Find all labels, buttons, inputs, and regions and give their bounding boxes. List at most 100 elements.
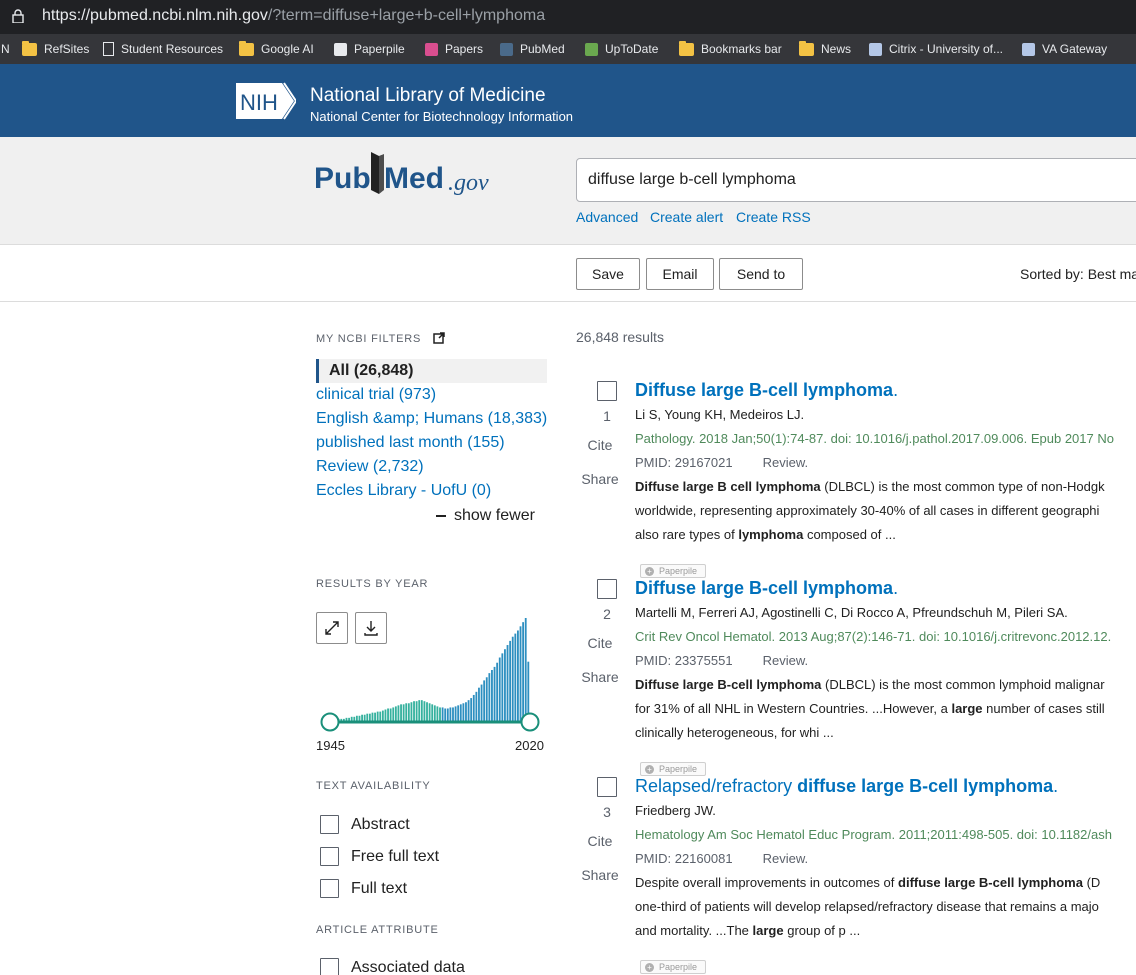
- bookmark-google-ai[interactable]: Google AI: [239, 40, 314, 58]
- article-title-link[interactable]: Diffuse large B-cell lymphoma.: [635, 380, 898, 401]
- year-bar: [444, 708, 447, 722]
- bookmark-citrix-university-of[interactable]: Citrix - University of...: [869, 40, 1003, 58]
- bookmark-student-resources[interactable]: Student Resources: [103, 40, 223, 58]
- bookmark-va-gateway[interactable]: VA Gateway: [1022, 40, 1107, 58]
- checkbox[interactable]: [320, 847, 339, 866]
- snippet-highlight: large: [752, 923, 784, 938]
- show-fewer-button[interactable]: show fewer: [436, 507, 535, 525]
- year-bar: [514, 633, 517, 722]
- year-start-handle[interactable]: [320, 712, 340, 732]
- send-to-button[interactable]: Send to: [719, 258, 803, 290]
- external-link-icon[interactable]: [433, 332, 445, 344]
- paperpile-icon: [334, 42, 347, 56]
- filter-all[interactable]: All (26,848): [316, 359, 547, 383]
- share-button[interactable]: Share: [576, 471, 624, 487]
- bookmark-papers[interactable]: Papers: [425, 40, 483, 58]
- share-button[interactable]: Share: [576, 669, 624, 685]
- snippet-line: Diffuse large B cell lymphoma (DLBCL) is…: [635, 475, 1136, 499]
- search-input[interactable]: [576, 158, 1136, 202]
- snippet-text: and mortality. ...The: [635, 923, 753, 938]
- year-bar: [491, 670, 493, 722]
- article-pmid-row: PMID: 23375551 Review.: [635, 653, 808, 668]
- article-citation: Pathology. 2018 Jan;50(1):74-87. doi: 10…: [635, 431, 1114, 446]
- my-ncbi-filters-label: MY NCBI FILTERS: [316, 333, 422, 345]
- paperpile-button[interactable]: + Paperpile: [640, 762, 707, 776]
- year-bar: [517, 630, 519, 722]
- filter-free-full-text[interactable]: Free full text: [320, 847, 439, 866]
- create-rss-link[interactable]: Create RSS: [736, 209, 811, 225]
- filter-associated-data[interactable]: Associated data: [320, 958, 465, 975]
- article-checkbox[interactable]: [597, 777, 617, 797]
- pubmed-logo[interactable]: Pub Med .gov: [314, 150, 504, 208]
- bookmark-n[interactable]: N: [0, 40, 10, 58]
- bookmark-paperpile[interactable]: Paperpile: [334, 40, 405, 58]
- year-bar: [524, 618, 527, 722]
- year-end-handle[interactable]: [520, 712, 540, 732]
- checkbox[interactable]: [320, 815, 339, 834]
- paperpile-button[interactable]: + Paperpile: [640, 564, 707, 578]
- cite-button[interactable]: Cite: [576, 833, 624, 849]
- snippet-line: worldwide, representing approximately 30…: [635, 499, 1136, 523]
- bookmark-bookmarks-bar[interactable]: Bookmarks bar: [679, 40, 782, 58]
- year-bar: [418, 700, 421, 722]
- bookmark-refsites[interactable]: RefSites: [22, 40, 89, 58]
- sort-selector[interactable]: Sorted by: Best ma: [1020, 266, 1136, 282]
- filter-item[interactable]: Eccles Library - UofU (0): [316, 482, 491, 500]
- address-url[interactable]: https://pubmed.ncbi.nlm.nih.gov/?term=di…: [42, 7, 545, 25]
- pubmed-logo-med: Med: [384, 162, 444, 195]
- create-alert-link[interactable]: Create alert: [650, 209, 723, 225]
- filter-full-text[interactable]: Full text: [320, 879, 407, 898]
- article-title-link[interactable]: Relapsed/refractory diffuse large B-cell…: [635, 776, 1058, 797]
- article-authors: Friedberg JW.: [635, 803, 716, 818]
- year-bar: [522, 622, 525, 722]
- checkbox[interactable]: [320, 879, 339, 898]
- email-button[interactable]: Email: [646, 258, 714, 290]
- year-end-label: 2020: [515, 738, 544, 753]
- article-pmid-row: PMID: 22160081 Review.: [635, 851, 808, 866]
- bookmark-label: RefSites: [44, 42, 90, 56]
- article-authors: Martelli M, Ferreri AJ, Agostinelli C, D…: [635, 605, 1068, 620]
- folder-icon: [239, 40, 254, 56]
- cite-button[interactable]: Cite: [576, 437, 624, 453]
- filter-item[interactable]: published last month (155): [316, 434, 505, 452]
- snippet-text: one-third of patients will develop relap…: [635, 899, 1099, 914]
- year-bar: [504, 649, 506, 722]
- year-bar: [519, 626, 522, 722]
- bookmark-news[interactable]: News: [799, 40, 851, 58]
- filter-abstract[interactable]: Abstract: [320, 815, 410, 834]
- show-fewer-label: show fewer: [454, 507, 535, 524]
- bookmark-uptodate[interactable]: UpToDate: [585, 40, 658, 58]
- bookmark-label: N: [1, 42, 10, 56]
- article-pmid: PMID: 29167021: [635, 455, 733, 470]
- article-checkbox[interactable]: [597, 381, 617, 401]
- filter-item[interactable]: English &amp; Humans (18,383): [316, 410, 547, 428]
- nlm-title[interactable]: National Library of Medicine: [310, 85, 546, 107]
- bookmark-pubmed[interactable]: PubMed: [500, 40, 565, 58]
- year-bar: [506, 645, 509, 722]
- cite-button[interactable]: Cite: [576, 635, 624, 651]
- ncbi-subtitle[interactable]: National Center for Biotechnology Inform…: [310, 109, 573, 124]
- snippet-text: Despite overall improvements in outcomes…: [635, 875, 899, 890]
- share-button[interactable]: Share: [576, 867, 624, 883]
- year-bar: [509, 640, 512, 722]
- article-checkbox[interactable]: [597, 579, 617, 599]
- year-bar: [428, 703, 431, 722]
- year-bar: [405, 703, 408, 722]
- browser-address-bar[interactable]: https://pubmed.ncbi.nlm.nih.gov/?term=di…: [0, 0, 1136, 34]
- citrix-icon: [869, 42, 882, 56]
- paperpile-button[interactable]: + Paperpile: [640, 960, 707, 974]
- results-by-year-chart[interactable]: [316, 612, 548, 738]
- snippet-line: and mortality. ...The large group of p .…: [635, 919, 1136, 943]
- year-bar: [392, 707, 395, 722]
- snippet-highlight: large: [951, 701, 983, 716]
- advanced-search-link[interactable]: Advanced: [576, 209, 638, 225]
- filter-item[interactable]: clinical trial (973): [316, 386, 436, 404]
- article-title-suffix: .: [893, 578, 899, 598]
- checkbox[interactable]: [320, 958, 339, 975]
- filter-item[interactable]: Review (2,732): [316, 458, 424, 476]
- filter-free-full-text-label: Free full text: [351, 847, 440, 865]
- nih-logo[interactable]: NIH: [236, 81, 296, 121]
- article-title-link[interactable]: Diffuse large B-cell lymphoma.: [635, 578, 898, 599]
- save-button[interactable]: Save: [576, 258, 640, 290]
- article-title-suffix: .: [1053, 776, 1059, 796]
